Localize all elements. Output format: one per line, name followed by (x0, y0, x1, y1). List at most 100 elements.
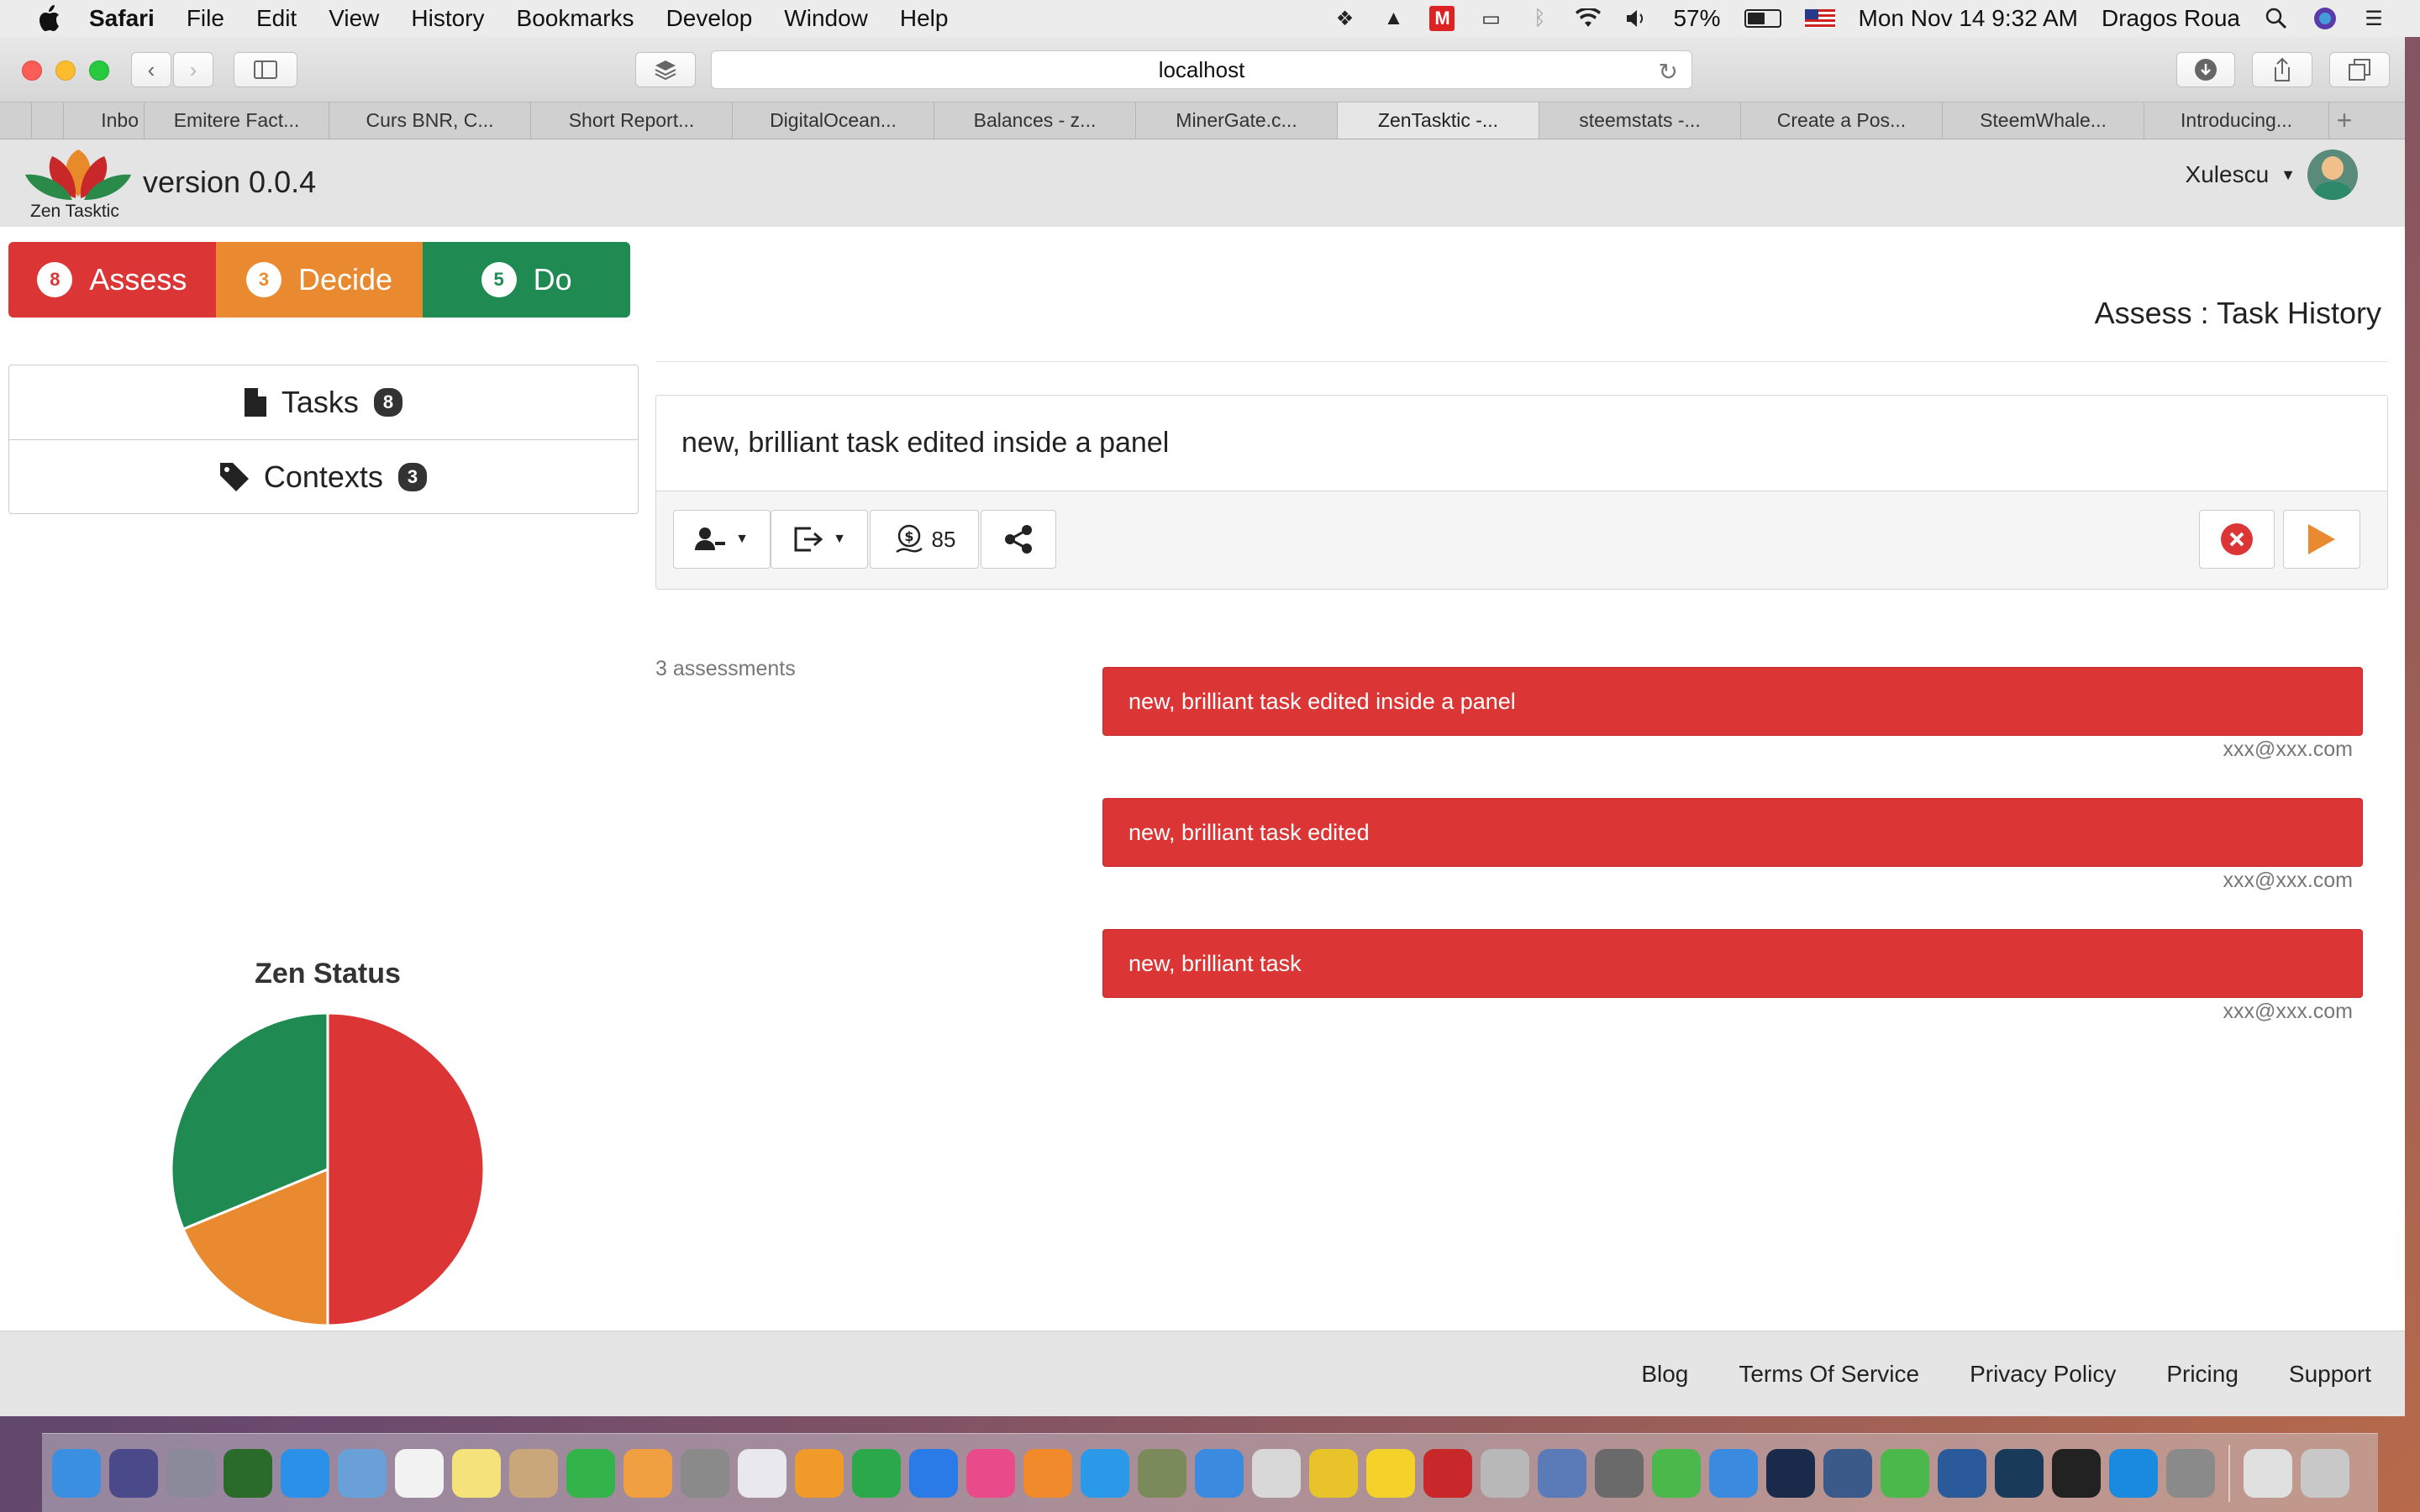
tab-introducing[interactable]: Introducing... (2144, 102, 2329, 139)
dock-script-editor-icon[interactable] (1138, 1448, 1186, 1498)
menu-safari[interactable]: Safari (89, 5, 155, 32)
dock-launchpad-icon[interactable] (166, 1448, 215, 1498)
sidebar-toggle-button[interactable] (234, 52, 297, 87)
tab-digitalocean[interactable]: DigitalOcean... (733, 102, 934, 139)
apple-logo-icon[interactable] (34, 3, 64, 34)
dock-itunes-icon[interactable] (966, 1448, 1015, 1498)
battery-icon[interactable] (1744, 9, 1781, 28)
dock-evernote-icon[interactable] (1652, 1448, 1701, 1498)
tab-steemwhale[interactable]: SteemWhale... (1943, 102, 2144, 139)
menu-history[interactable]: History (411, 5, 484, 32)
reload-icon[interactable]: ↻ (1659, 58, 1678, 86)
dock-pages-icon[interactable] (795, 1448, 844, 1498)
move-task-dropdown[interactable]: ▼ (771, 510, 868, 569)
footer-link-blog[interactable]: Blog (1641, 1361, 1688, 1388)
dock-filezilla-icon[interactable] (1423, 1448, 1472, 1498)
menubar-user-name[interactable]: Dragos Roua (2102, 5, 2240, 32)
menu-develop[interactable]: Develop (666, 5, 753, 32)
dock-simplenote-icon[interactable] (1709, 1448, 1758, 1498)
address-bar[interactable]: localhost ↻ (711, 50, 1692, 89)
footer-link-privacy[interactable]: Privacy Policy (1970, 1361, 2116, 1388)
downloads-button[interactable] (2176, 52, 2235, 87)
volume-icon[interactable] (1624, 6, 1649, 31)
tab-pinned-2[interactable] (32, 102, 64, 139)
assessment-item[interactable]: new, brilliant task edited (1102, 798, 2363, 867)
dock-mountain-app-icon[interactable] (1938, 1448, 1986, 1498)
dock-ethereum-wallet-icon[interactable] (1823, 1448, 1872, 1498)
dock-app-store-icon[interactable] (1081, 1448, 1129, 1498)
dock-automator-icon[interactable] (1595, 1448, 1644, 1498)
tab-zentasktic[interactable]: ZenTasktic -... (1338, 102, 1539, 139)
assessment-item[interactable]: new, brilliant task (1102, 929, 2363, 998)
dock-trash-icon[interactable] (2301, 1448, 2349, 1498)
tab-curs-bnr[interactable]: Curs BNR, C... (329, 102, 531, 139)
share-task-button[interactable] (981, 510, 1056, 569)
share-button[interactable] (2252, 52, 2312, 87)
tab-pinned-1[interactable] (0, 102, 32, 139)
minimize-window-button[interactable] (55, 60, 76, 81)
dock-safari-icon[interactable] (281, 1448, 329, 1498)
forward-button[interactable]: › (173, 52, 213, 87)
dock-vscode-icon[interactable] (2109, 1448, 2158, 1498)
siri-icon[interactable] (2312, 6, 2338, 31)
tab-create-post[interactable]: Create a Pos... (1741, 102, 1943, 139)
notification-center-icon[interactable]: ☰ (2361, 6, 2386, 31)
tab-inbox[interactable]: Inbo (64, 102, 145, 139)
dock-ibooks-icon[interactable] (1023, 1448, 1072, 1498)
close-window-button[interactable] (22, 60, 42, 81)
pie-slice-assess[interactable] (326, 1011, 486, 1327)
dock-documents-icon[interactable] (2244, 1448, 2292, 1498)
dock-system-preferences-icon[interactable] (681, 1448, 729, 1498)
dock-keynote-icon[interactable] (909, 1448, 958, 1498)
menu-help[interactable]: Help (900, 5, 949, 32)
advance-task-button[interactable] (2283, 510, 2360, 569)
dock-facetime-icon[interactable] (566, 1448, 615, 1498)
assign-user-dropdown[interactable]: ▼ (673, 510, 771, 569)
bluetooth-icon[interactable]: ᛒ (1527, 6, 1552, 31)
dock-photos-icon[interactable] (623, 1448, 672, 1498)
dock-siri-icon[interactable] (109, 1448, 158, 1498)
phase-assess-button[interactable]: 8 Assess (8, 242, 216, 318)
wifi-icon[interactable] (1576, 6, 1602, 31)
menu-bookmarks[interactable]: Bookmarks (517, 5, 634, 32)
tab-overview-button[interactable] (2329, 52, 2390, 87)
menu-edit[interactable]: Edit (256, 5, 297, 32)
dock-calendar-icon[interactable] (395, 1448, 444, 1498)
dock-chrome-icon[interactable] (1309, 1448, 1358, 1498)
tab-balances[interactable]: Balances - z... (934, 102, 1136, 139)
dock-finder-icon[interactable] (52, 1448, 101, 1498)
menu-window[interactable]: Window (784, 5, 868, 32)
dock-image-capture-icon[interactable] (1538, 1448, 1586, 1498)
dock-calculator-icon[interactable] (2166, 1448, 2215, 1498)
footer-link-support[interactable]: Support (2289, 1361, 2371, 1388)
dock-textedit-icon[interactable] (738, 1448, 786, 1498)
dock-terminal-icon[interactable] (2052, 1448, 2101, 1498)
clock[interactable]: Mon Nov 14 9:32 AM (1859, 5, 2078, 32)
dock-contacts-icon[interactable] (509, 1448, 558, 1498)
dock-mission-control-icon[interactable] (224, 1448, 272, 1498)
new-tab-button[interactable]: + (2329, 102, 2360, 139)
spotlight-search-icon[interactable] (2264, 6, 2289, 31)
assessment-item[interactable]: new, brilliant task edited inside a pane… (1102, 667, 2363, 736)
menu-view[interactable]: View (329, 5, 379, 32)
tab-steemstats[interactable]: steemstats -... (1539, 102, 1741, 139)
dock-numbers-icon[interactable] (852, 1448, 901, 1498)
dock-jaxx-icon[interactable] (1995, 1448, 2044, 1498)
tab-short-report[interactable]: Short Report... (531, 102, 733, 139)
sidebar-item-tasks[interactable]: Tasks 8 (9, 365, 638, 439)
dock-mist-icon[interactable] (1881, 1448, 1929, 1498)
footer-link-terms[interactable]: Terms Of Service (1739, 1361, 1919, 1388)
reading-list-button[interactable] (635, 52, 696, 87)
sidebar-item-contexts[interactable]: Contexts 3 (9, 439, 638, 513)
tab-emitere[interactable]: Emitere Fact... (145, 102, 329, 139)
phase-decide-button[interactable]: 3 Decide (215, 242, 424, 318)
dock-scrivener-icon[interactable] (1252, 1448, 1301, 1498)
dock-cyberduck-icon[interactable] (1366, 1448, 1415, 1498)
dock-disk-utility-icon[interactable] (1481, 1448, 1529, 1498)
user-menu[interactable]: Xulescu ▼ (2186, 150, 2358, 200)
task-title[interactable]: new, brilliant task edited inside a pane… (656, 396, 2387, 491)
delete-task-button[interactable] (2199, 510, 2275, 569)
dock-xcode-icon[interactable] (1195, 1448, 1244, 1498)
maximize-window-button[interactable] (89, 60, 109, 81)
phase-do-button[interactable]: 5 Do (423, 242, 630, 318)
